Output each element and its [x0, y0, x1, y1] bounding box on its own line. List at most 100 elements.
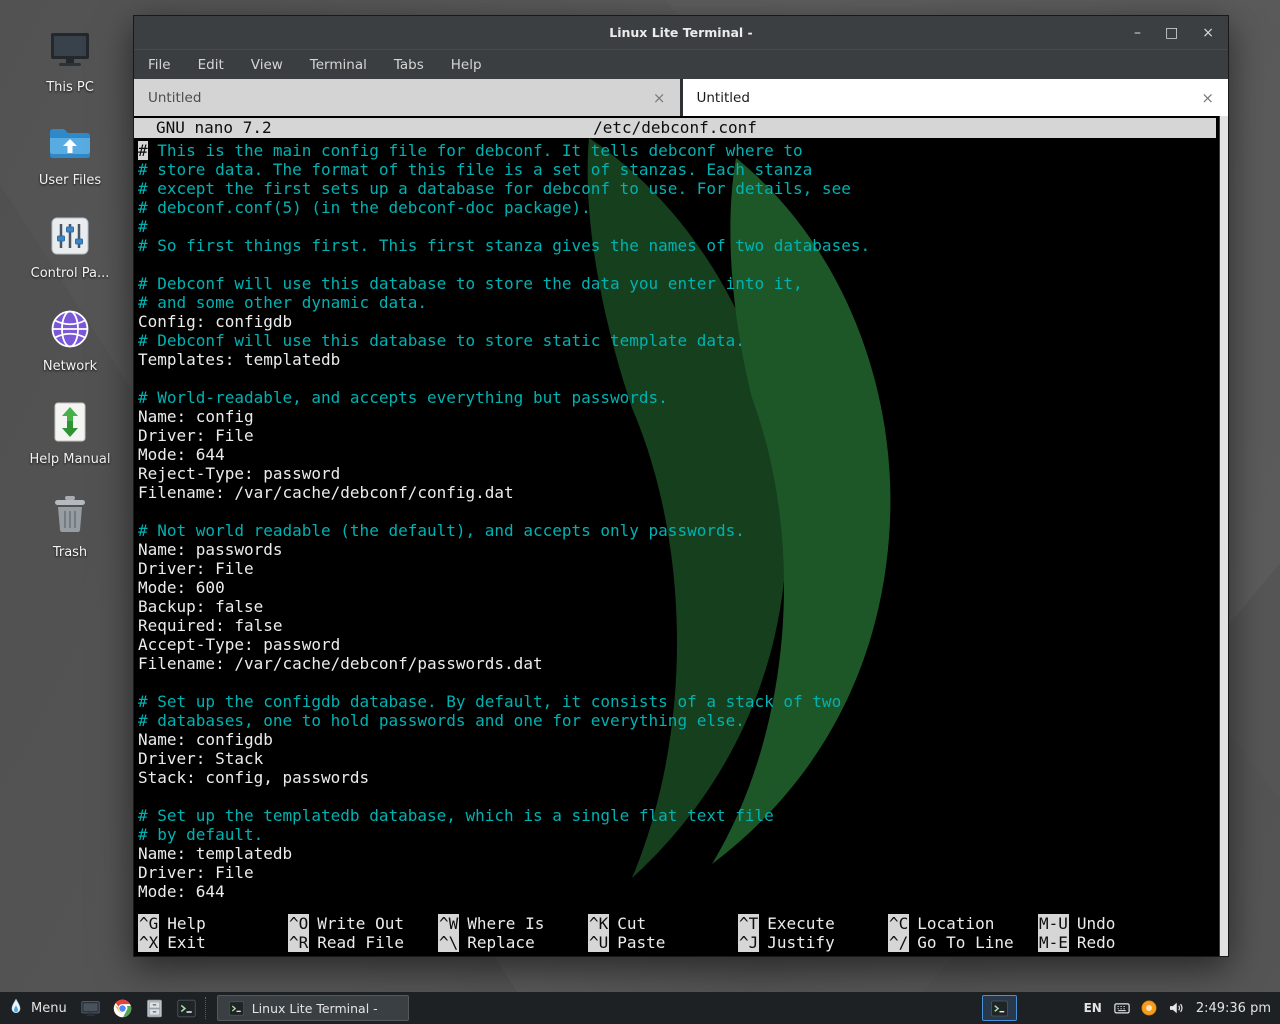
editor-line: Accept-Type: password — [138, 635, 1214, 654]
nano-shortcuts: ^GHelp^OWrite Out^WWhere Is^KCut^TExecut… — [138, 914, 1212, 952]
desktop-icon-label: Network — [43, 359, 97, 374]
editor-line — [138, 787, 1214, 806]
shortcut-undo[interactable]: M-U Undo — [1038, 914, 1212, 933]
editor-line: Name: config — [138, 407, 1214, 426]
launcher-chrome-icon[interactable] — [109, 994, 137, 1022]
menu-edit[interactable]: Edit — [198, 57, 224, 73]
menu-file[interactable]: File — [148, 57, 171, 73]
shortcut-key: M-E — [1038, 933, 1069, 952]
menu-label: Menu — [31, 1001, 67, 1016]
nano-filename: /etc/debconf.conf — [134, 118, 1216, 138]
editor-line: # Debconf will use this database to stor… — [138, 274, 1214, 293]
tray-update-icon[interactable] — [1140, 999, 1158, 1017]
desktop-icon-computer[interactable]: This PC — [18, 26, 122, 95]
editor-line: Stack: config, passwords — [138, 768, 1214, 787]
editor-line: Required: false — [138, 616, 1214, 635]
editor-line: Name: templatedb — [138, 844, 1214, 863]
shortcut-exit[interactable]: ^X Exit — [138, 933, 288, 952]
editor-line: Driver: File — [138, 559, 1214, 578]
editor-line: # debconf.conf(5) (in the debconf-doc pa… — [138, 198, 1214, 217]
desktop-icon-label: User Files — [39, 173, 101, 188]
menu-view[interactable]: View — [251, 57, 283, 73]
tray-terminal-indicator[interactable] — [982, 995, 1017, 1021]
shortcut-read-file[interactable]: ^RRead File — [288, 933, 438, 952]
maximize-button[interactable]: □ — [1165, 26, 1178, 40]
shortcut-execute[interactable]: ^TExecute — [738, 914, 888, 933]
editor-line: Filename: /var/cache/debconf/passwords.d… — [138, 654, 1214, 673]
tab-label: Untitled — [697, 90, 750, 106]
shortcut-go-to-line[interactable]: ^/Go To Line — [888, 933, 1038, 952]
editor-line: # store data. The format of this file is… — [138, 160, 1214, 179]
shortcut-replace[interactable]: ^\ Replace — [438, 933, 588, 952]
terminal-content[interactable]: GNU nano 7.2 /etc/debconf.conf # This is… — [134, 116, 1228, 956]
shortcut-key: ^\ — [438, 933, 459, 952]
tab-close-icon[interactable]: × — [653, 89, 666, 107]
menu-tabs[interactable]: Tabs — [394, 57, 424, 73]
shortcut-key: M-U — [1038, 914, 1069, 933]
desktop-icon-control-panel[interactable]: Control Pa... — [18, 212, 122, 281]
editor-line: # — [138, 217, 1214, 236]
editor-line: Name: configdb — [138, 730, 1214, 749]
tab-bar: Untitled×Untitled× — [134, 79, 1228, 116]
editor-line: # So first things first. This first stan… — [138, 236, 1214, 255]
tray-keyboard-icon[interactable] — [1113, 999, 1131, 1017]
editor-line: Driver: Stack — [138, 749, 1214, 768]
help-manual-icon — [46, 398, 94, 446]
language-indicator[interactable]: EN — [1084, 1001, 1102, 1015]
shortcut-redo[interactable]: M-ERedo — [1038, 933, 1212, 952]
menu-bar: File Edit View Terminal Tabs Help — [134, 49, 1228, 79]
tab-untitled-1[interactable]: Untitled × — [683, 79, 1229, 116]
minimize-button[interactable]: – — [1134, 26, 1141, 40]
editor-line: # Set up the templatedb database, which … — [138, 806, 1214, 825]
taskbar: Menu Linux Lite Terminal - EN 2:49:36 pm — [0, 992, 1280, 1024]
titlebar[interactable]: Linux Lite Terminal - – □ × — [134, 16, 1228, 49]
system-tray: EN 2:49:36 pm — [982, 995, 1280, 1021]
menu-terminal[interactable]: Terminal — [310, 57, 367, 73]
editor-line: Backup: false — [138, 597, 1214, 616]
shortcut-label: Cut — [617, 914, 646, 933]
editor-line: Mode: 644 — [138, 445, 1214, 464]
shortcut-label: Exit — [167, 933, 206, 952]
tab-untitled-0[interactable]: Untitled× — [134, 79, 680, 116]
menu-button[interactable]: Menu — [0, 992, 77, 1024]
editor-line: # World-readable, and accepts everything… — [138, 388, 1214, 407]
close-button[interactable]: × — [1202, 26, 1214, 40]
shortcut-location[interactable]: ^CLocation — [888, 914, 1038, 933]
shortcut-justify[interactable]: ^JJustify — [738, 933, 888, 952]
scrollbar[interactable] — [1219, 116, 1228, 956]
launcher-file-cabinet-icon[interactable] — [141, 994, 169, 1022]
shortcut-key: ^/ — [888, 933, 909, 952]
scrollbar-thumb[interactable] — [1220, 116, 1228, 956]
shortcut-cut[interactable]: ^KCut — [588, 914, 738, 933]
shortcut-label: Undo — [1077, 914, 1116, 933]
desktop-icon-label: Trash — [53, 545, 87, 560]
shortcut-where-is[interactable]: ^WWhere Is — [438, 914, 588, 933]
shortcut-help[interactable]: ^GHelp — [138, 914, 288, 933]
desktop-icon-network[interactable]: Network — [18, 305, 122, 374]
desktop-icon-label: Help Manual — [29, 452, 110, 467]
shortcut-paste[interactable]: ^UPaste — [588, 933, 738, 952]
tray-volume-icon[interactable] — [1167, 999, 1185, 1017]
task-button-terminal[interactable]: Linux Lite Terminal - — [217, 995, 409, 1021]
shortcut-label: Where Is — [467, 914, 544, 933]
editor-line: Mode: 600 — [138, 578, 1214, 597]
launcher-terminal-icon[interactable] — [173, 994, 201, 1022]
shortcut-label: Replace — [467, 933, 534, 952]
editor-line: Filename: /var/cache/debconf/config.dat — [138, 483, 1214, 502]
shortcut-row: ^GHelp^OWrite Out^WWhere Is^KCut^TExecut… — [138, 914, 1212, 933]
desktop-icon-trash[interactable]: Trash — [18, 491, 122, 560]
editor-line: # Set up the configdb database. By defau… — [138, 692, 1214, 711]
clock[interactable]: 2:49:36 pm — [1196, 1001, 1271, 1016]
launcher-display-icon[interactable] — [77, 994, 105, 1022]
shortcut-key: ^R — [288, 933, 309, 952]
menu-help[interactable]: Help — [451, 57, 482, 73]
nano-body[interactable]: # This is the main config file for debco… — [134, 138, 1228, 901]
desktop-icon-folder[interactable]: User Files — [18, 119, 122, 188]
editor-line: # except the first sets up a database fo… — [138, 179, 1214, 198]
tab-close-icon[interactable]: × — [1201, 89, 1214, 107]
shortcut-key: ^X — [138, 933, 159, 952]
desktop-icon-help-manual[interactable]: Help Manual — [18, 398, 122, 467]
editor-line: Driver: File — [138, 426, 1214, 445]
shortcut-write-out[interactable]: ^OWrite Out — [288, 914, 438, 933]
screen: This PC User Files Control Pa... Network Hel… — [0, 0, 1280, 1024]
